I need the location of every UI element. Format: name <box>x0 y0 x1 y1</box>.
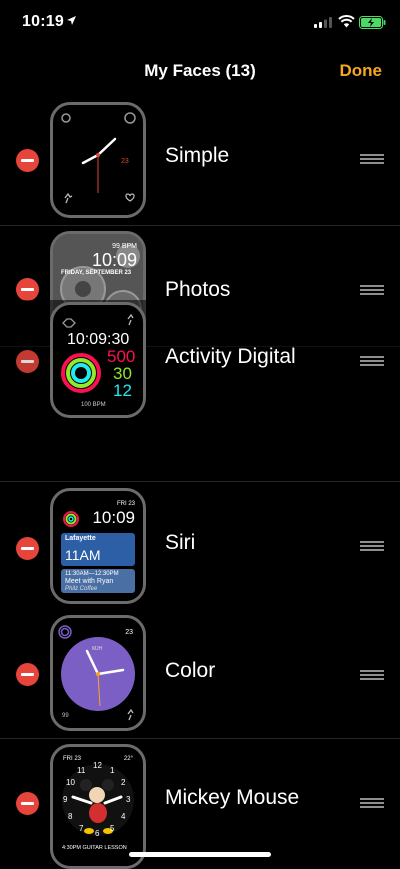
dial-numeral: 10 <box>66 778 75 787</box>
dial-numeral: 3 <box>126 795 131 804</box>
face-temp: 22° <box>123 756 133 762</box>
simple-face-art <box>61 112 136 204</box>
face-name: Siri <box>165 531 196 554</box>
home-indicator[interactable] <box>129 852 271 857</box>
face-name: Simple <box>165 144 230 167</box>
weather-location: Lafayette <box>65 535 96 542</box>
face-row-simple: 23 Simple <box>0 96 400 226</box>
face-date: FRI 23 <box>63 756 82 762</box>
dial-numeral: 2 <box>121 778 126 787</box>
reorder-handle[interactable] <box>360 356 384 367</box>
delete-button[interactable] <box>16 278 39 301</box>
face-row-color: 23 MJH 99 Color <box>0 610 400 739</box>
face-thumbnail-mickey-mouse[interactable]: FRI 23 22° 12 1 2 3 4 5 6 7 8 9 10 11 4:… <box>50 744 146 869</box>
event-title: Meet with Ryan <box>65 578 114 585</box>
dial-numeral: 8 <box>68 812 73 821</box>
face-event: 4:30PM GUITAR LESSON <box>62 845 127 851</box>
face-row-mickey-mouse: FRI 23 22° 12 1 2 3 4 5 6 7 8 9 10 11 4:… <box>0 739 400 869</box>
delete-button[interactable] <box>16 663 39 686</box>
dial-numeral: 4 <box>121 812 126 821</box>
dial-numeral: 1 <box>110 766 115 775</box>
face-thumbnail-activity-digital[interactable]: 10:09:30 500 30 12 100 BPM <box>50 302 146 418</box>
wifi-icon <box>338 15 355 28</box>
face-thumbnail-color[interactable]: 23 MJH 99 <box>50 615 146 731</box>
location-arrow-icon <box>67 16 76 25</box>
face-time: 10:09 <box>91 250 137 270</box>
cellular-signal-icon <box>314 17 332 28</box>
delete-button[interactable] <box>16 537 39 560</box>
face-complication: 99 <box>62 713 69 719</box>
reorder-handle[interactable] <box>360 541 384 552</box>
nav-bar: My Faces (13) Done <box>0 44 400 97</box>
face-name: Color <box>165 659 216 682</box>
face-thumbnail-simple[interactable]: 23 <box>50 102 146 218</box>
face-name: Mickey Mouse <box>165 786 300 809</box>
face-row-siri: FRI 23 10:09 Lafayette 11AM 11:30AM—12:3… <box>0 481 400 611</box>
dial-numeral: 12 <box>93 761 102 770</box>
weather-time: 11AM <box>65 547 101 563</box>
stand-value: 12 <box>113 381 132 400</box>
face-monogram: MJH <box>92 646 103 652</box>
reorder-handle[interactable] <box>360 670 384 681</box>
reorder-handle[interactable] <box>360 154 384 165</box>
event-time: 11:30AM—12:30PM <box>65 571 119 577</box>
face-time: 10:09 <box>92 508 135 527</box>
status-time: 10:19 <box>22 13 64 30</box>
face-date: FRIDAY, SEPTEMBER 23 <box>61 270 132 276</box>
event-location: Philz Coffee <box>65 586 98 592</box>
delete-button[interactable] <box>16 350 39 373</box>
dial-numeral: 5 <box>110 824 115 833</box>
face-date: FRI 23 <box>116 501 135 507</box>
face-name: Photos <box>165 278 231 301</box>
face-date: 23 <box>121 158 129 165</box>
dial-numeral: 9 <box>63 795 68 804</box>
face-date: 23 <box>125 629 133 636</box>
delete-button[interactable] <box>16 149 39 172</box>
done-button[interactable]: Done <box>340 61 383 81</box>
face-name: Activity Digital <box>165 345 296 368</box>
reorder-handle[interactable] <box>360 285 384 296</box>
dial-numeral: 7 <box>79 824 84 833</box>
face-thumbnail-siri[interactable]: FRI 23 10:09 Lafayette 11AM 11:30AM—12:3… <box>50 488 146 604</box>
status-bar: 10:19 <box>0 0 400 44</box>
battery-charging-icon <box>359 16 386 29</box>
dial-numeral: 6 <box>95 829 100 838</box>
face-complication: 99 BPM <box>112 243 137 250</box>
face-row-activity-digital: 10:09:30 500 30 12 100 BPM Activity Digi… <box>0 300 400 418</box>
dial-numeral: 11 <box>77 766 86 775</box>
heart-rate: 100 BPM <box>81 402 106 408</box>
delete-button[interactable] <box>16 792 39 815</box>
reorder-handle[interactable] <box>360 798 384 809</box>
